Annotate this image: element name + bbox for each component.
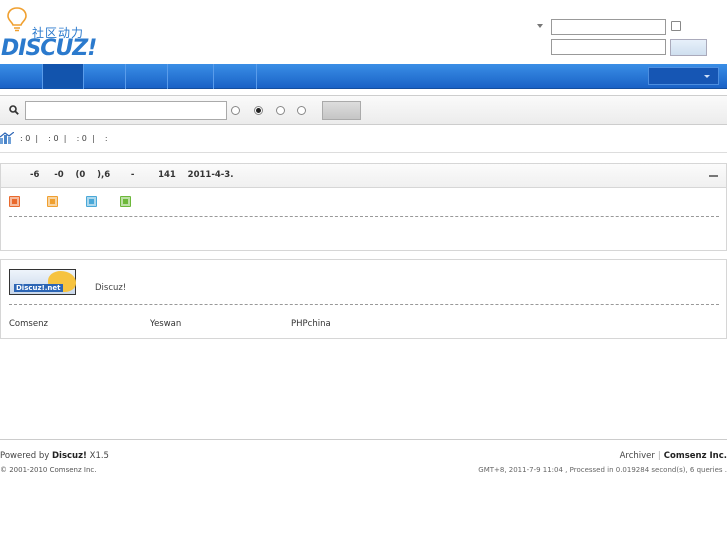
online-info-box: -6 -0 (0 ),6 - 141 2011-4-3. bbox=[0, 163, 727, 251]
nav-item-5[interactable] bbox=[168, 64, 214, 89]
search-scope-radio-1[interactable] bbox=[231, 106, 240, 115]
password-input[interactable] bbox=[551, 39, 666, 55]
company-link[interactable]: Comsenz Inc. bbox=[664, 451, 727, 461]
powered-by: Powered by Discuz! X1.5 bbox=[0, 451, 109, 461]
friend-links-box: Discuz!.net Discuz! Comsenz Yeswan PHPch… bbox=[0, 259, 727, 339]
stats-text: : 0 | : 0 | : 0 | : bbox=[20, 134, 108, 143]
friend-link-comsenz[interactable]: Comsenz bbox=[9, 319, 48, 329]
powered-prefix: Powered by bbox=[0, 451, 52, 461]
friend-link-yeswan[interactable]: Yeswan bbox=[150, 319, 181, 329]
powered-version: X1.5 bbox=[86, 451, 109, 461]
user-legend-icon-member bbox=[120, 196, 131, 207]
nav-quick-dropdown[interactable] bbox=[648, 67, 719, 85]
search-bar bbox=[0, 95, 727, 125]
powered-brand-link[interactable]: Discuz! bbox=[52, 451, 87, 461]
nav-item-3[interactable] bbox=[84, 64, 126, 89]
user-legend-icon-supermod bbox=[47, 196, 58, 207]
footer-links: Archiver | Comsenz Inc. bbox=[620, 451, 727, 461]
remember-me-checkbox[interactable] bbox=[671, 21, 681, 31]
nav-item-4[interactable] bbox=[126, 64, 168, 89]
server-time-info: GMT+8, 2011-7-9 11:04 , Processed in 0.0… bbox=[478, 466, 727, 474]
search-icon bbox=[9, 105, 19, 115]
search-scope-radio-4[interactable] bbox=[297, 106, 306, 115]
copyright: © 2001-2010 Comsenz Inc. bbox=[0, 466, 97, 474]
search-scope-radio-3[interactable] bbox=[276, 106, 285, 115]
footer-divider bbox=[0, 439, 727, 440]
collapse-icon[interactable] bbox=[709, 175, 718, 177]
site-logo[interactable]: 社区动力 DISCUZ! bbox=[0, 6, 110, 61]
archiver-link[interactable]: Archiver bbox=[620, 451, 655, 461]
divider bbox=[9, 304, 719, 305]
search-button[interactable] bbox=[322, 101, 361, 120]
user-legend-icon-admin bbox=[9, 196, 20, 207]
lightbulb-icon bbox=[7, 7, 27, 32]
main-nav bbox=[0, 64, 727, 89]
user-legend-icon-moderator bbox=[86, 196, 97, 207]
online-info-header: -6 -0 (0 ),6 - 141 2011-4-3. bbox=[1, 164, 726, 188]
chevron-down-icon bbox=[704, 75, 710, 78]
header: 社区动力 DISCUZ! bbox=[0, 0, 727, 64]
nav-item-6[interactable] bbox=[214, 64, 257, 89]
online-info-text: -6 -0 (0 ),6 - 141 2011-4-3. bbox=[30, 170, 234, 180]
separator: | bbox=[657, 451, 661, 461]
nav-item-1[interactable] bbox=[0, 64, 43, 89]
friend-logo-text: Discuz!.net bbox=[14, 284, 63, 292]
friend-link-phpchina[interactable]: PHPchina bbox=[291, 319, 331, 329]
username-input[interactable] bbox=[551, 19, 666, 35]
logo-brand-text: DISCUZ! bbox=[1, 36, 97, 61]
login-button[interactable] bbox=[670, 39, 707, 56]
divider bbox=[9, 216, 719, 217]
chart-icon bbox=[0, 132, 14, 144]
discuz-net-logo[interactable]: Discuz!.net bbox=[9, 269, 76, 295]
search-input[interactable] bbox=[25, 101, 227, 120]
nav-item-2[interactable] bbox=[43, 64, 84, 89]
login-type-dropdown-icon[interactable] bbox=[537, 24, 543, 28]
friend-link-discuz[interactable]: Discuz! bbox=[95, 283, 126, 293]
forum-stats: : 0 | : 0 | : 0 | : bbox=[0, 131, 727, 153]
search-scope-radio-2[interactable] bbox=[254, 106, 263, 115]
